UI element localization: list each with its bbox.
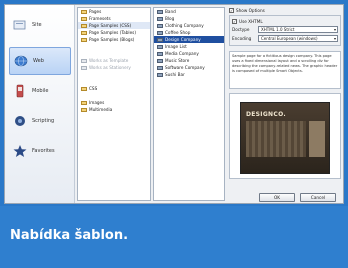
list-item[interactable]: CSS <box>78 85 150 92</box>
folder-icon <box>81 58 87 63</box>
figure-caption-bar: Nabídka šablon. <box>0 206 348 268</box>
page-icon <box>157 30 163 35</box>
list-item[interactable]: Framesets <box>78 15 150 22</box>
star-icon <box>12 144 28 158</box>
folder-icon <box>81 16 87 21</box>
category-label: Scripting <box>32 118 55 124</box>
folder-icon <box>81 23 87 28</box>
folder-icon <box>81 65 87 70</box>
page-icon <box>157 58 163 63</box>
folder-icon <box>81 100 87 105</box>
checkbox-box[interactable]: ✓ <box>232 19 237 24</box>
list-item[interactable]: Pages <box>78 8 150 15</box>
mobile-icon <box>12 84 28 98</box>
template-type-list[interactable]: Pages Framesets Page Samples (CSS) Page … <box>77 7 151 201</box>
page-icon <box>157 23 163 28</box>
folder-icon <box>81 37 87 42</box>
page-icon <box>157 16 163 21</box>
category-sidebar: Site Web Mobile Scripting Favorites <box>5 5 75 203</box>
list-item[interactable]: Clothing Company <box>154 22 224 29</box>
page-icon <box>157 44 163 49</box>
folder-icon <box>81 107 87 112</box>
page-icon <box>157 9 163 14</box>
sample-page-list[interactable]: Band Blog Clothing Company Coffee Shop D… <box>153 7 225 201</box>
ok-button[interactable]: OK <box>259 193 295 202</box>
site-icon <box>12 18 28 32</box>
list-item[interactable]: Software Company <box>154 64 224 71</box>
folder-icon <box>81 86 87 91</box>
category-label: Web <box>33 58 44 64</box>
list-item[interactable]: Media Company <box>154 50 224 57</box>
list-item[interactable]: Works as Template <box>78 57 150 64</box>
list-item[interactable]: Band <box>154 8 224 15</box>
list-item[interactable]: Sushi Bar <box>154 71 224 78</box>
page-icon <box>157 65 163 70</box>
list-item[interactable]: Coffee Shop <box>154 29 224 36</box>
options-panel: ✓ Show Options ✓ Use XHTML Doctype XHTML… <box>229 7 341 201</box>
cancel-button[interactable]: Cancel <box>300 193 336 202</box>
globe-icon <box>13 54 29 68</box>
list-item[interactable]: Images <box>78 99 150 106</box>
list-item[interactable]: Page Samples (Blogs) <box>78 36 150 43</box>
list-item[interactable]: Works as Stationery <box>78 64 150 71</box>
new-document-dialog: Site Web Mobile Scripting Favorites Page… <box>4 4 344 204</box>
list-item[interactable]: Page Samples (CSS) <box>78 22 150 29</box>
article-figure: Site Web Mobile Scripting Favorites Page… <box>0 0 348 268</box>
category-label: Site <box>32 22 42 28</box>
list-item[interactable]: Multimedia <box>78 106 150 113</box>
page-icon <box>157 37 163 42</box>
preview-sidebar-image <box>309 121 325 157</box>
page-icon <box>157 72 163 77</box>
script-icon <box>12 114 28 128</box>
category-favorites[interactable]: Favorites <box>9 137 71 165</box>
category-label: Mobile <box>32 88 49 94</box>
show-options-checkbox[interactable]: ✓ Show Options <box>229 7 341 14</box>
list-item[interactable]: Page Samples (Tables) <box>78 29 150 36</box>
preview-thumbnail: DESIGNCO. <box>240 102 330 174</box>
encoding-row: Encoding Central European (windows) <box>232 34 338 43</box>
page-icon <box>157 51 163 56</box>
category-site[interactable]: Site <box>9 11 71 39</box>
folder-icon <box>81 30 87 35</box>
folder-icon <box>81 9 87 14</box>
doctype-select[interactable]: XHTML 1.0 Strict <box>258 26 338 33</box>
template-preview: DESIGNCO. <box>229 93 341 179</box>
list-item[interactable]: Blog <box>154 15 224 22</box>
checkbox-box[interactable]: ✓ <box>229 8 234 13</box>
options-group: ✓ Use XHTML Doctype XHTML 1.0 Strict Enc… <box>229 15 341 46</box>
doctype-row: Doctype XHTML 1.0 Strict <box>232 25 338 34</box>
category-label: Favorites <box>32 148 55 154</box>
list-item-selected[interactable]: Design Company <box>154 36 224 43</box>
template-description: Sample page for a fictitious design comp… <box>229 51 341 89</box>
preview-brand: DESIGNCO. <box>246 111 286 118</box>
category-scripting[interactable]: Scripting <box>9 107 71 135</box>
figure-caption: Nabídka šablon. <box>10 228 129 243</box>
category-web[interactable]: Web <box>9 47 71 75</box>
use-xhtml-checkbox[interactable]: ✓ Use XHTML <box>232 18 338 25</box>
preview-header-image <box>246 121 306 157</box>
list-item[interactable]: Music Store <box>154 57 224 64</box>
encoding-select[interactable]: Central European (windows) <box>258 35 338 42</box>
category-mobile[interactable]: Mobile <box>9 77 71 105</box>
list-item[interactable]: Image List <box>154 43 224 50</box>
